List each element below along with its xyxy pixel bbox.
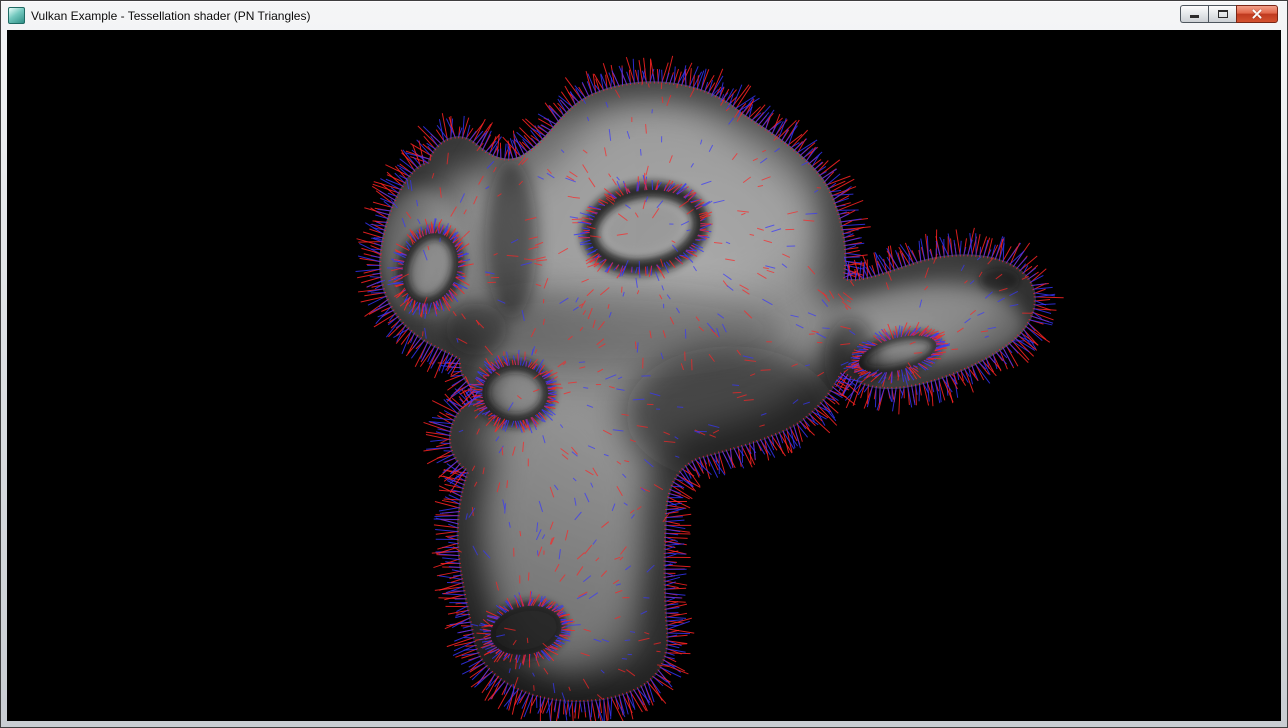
model-render (356, 56, 1064, 721)
maximize-button[interactable] (1208, 5, 1236, 23)
window-title: Vulkan Example - Tessellation shader (PN… (31, 9, 310, 23)
close-button[interactable] (1236, 5, 1278, 23)
window-controls (1180, 5, 1278, 23)
app-window: Vulkan Example - Tessellation shader (PN… (0, 0, 1288, 728)
maximize-icon (1218, 10, 1228, 18)
render-client-area (7, 30, 1281, 721)
app-icon[interactable] (8, 7, 25, 24)
render-viewport[interactable] (7, 30, 1281, 721)
minimize-icon (1190, 15, 1199, 18)
titlebar[interactable]: Vulkan Example - Tessellation shader (PN… (1, 1, 1287, 30)
close-icon (1251, 8, 1263, 20)
minimize-button[interactable] (1180, 5, 1208, 23)
